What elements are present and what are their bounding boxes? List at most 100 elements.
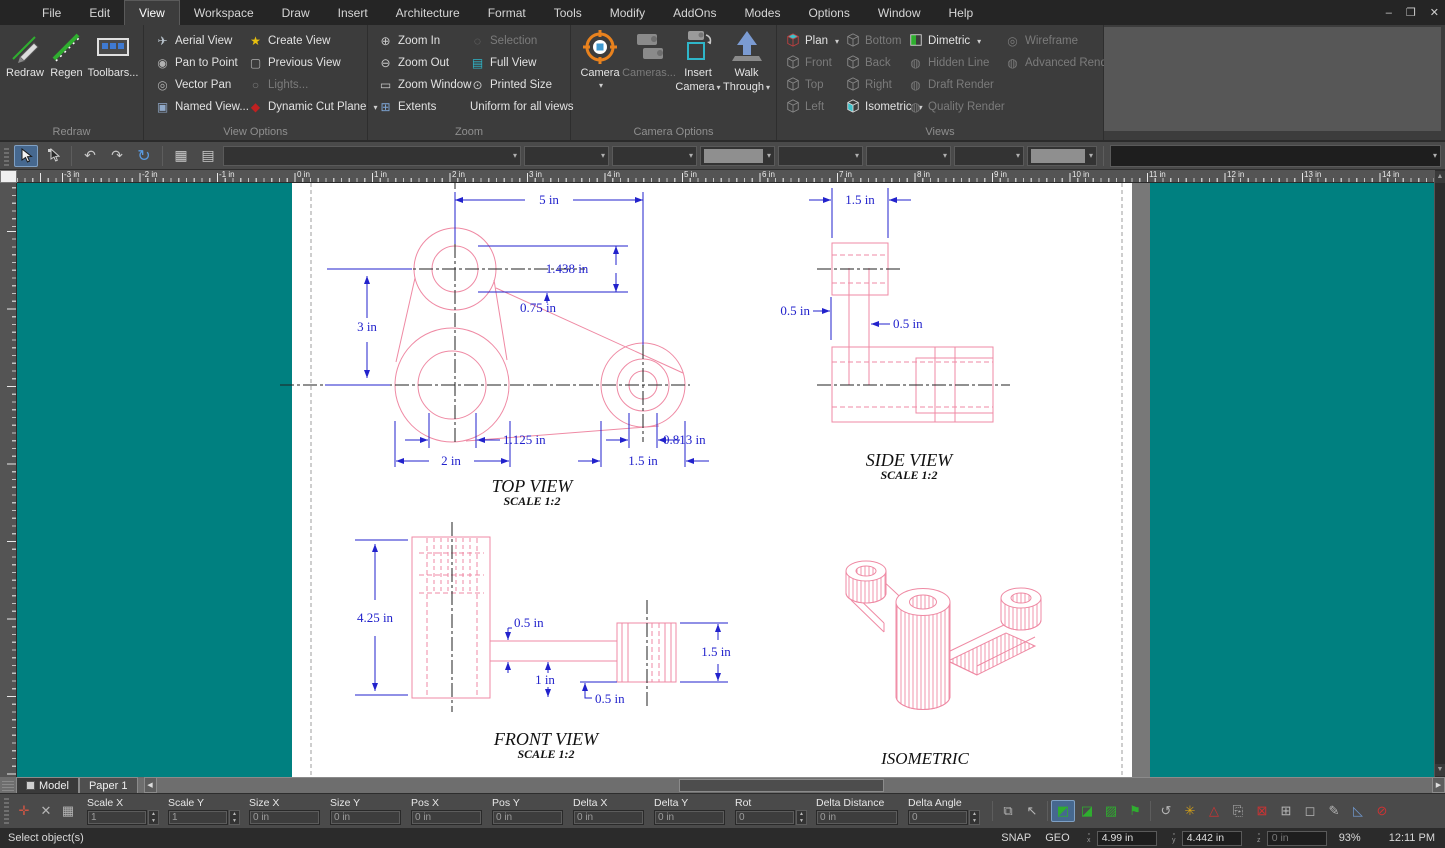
scroll-up-icon[interactable]: ▲ (1435, 171, 1445, 183)
spinner-control[interactable]: ▲▼ (969, 810, 980, 825)
select-tool-button[interactable] (14, 145, 38, 167)
property-input[interactable]: 0 in (816, 810, 898, 825)
pick-arrow-icon[interactable]: ↖ (1020, 800, 1044, 822)
fill-mode-icon[interactable]: ◩ (1051, 800, 1075, 822)
aerial-view-button[interactable]: ✈ Aerial View (155, 31, 232, 51)
property-input[interactable]: 0 in (573, 810, 644, 825)
corner-icon[interactable]: ◺ (1346, 800, 1370, 822)
explode-icon[interactable]: ✳ (1178, 800, 1202, 822)
menu-item[interactable]: Workspace (180, 0, 268, 25)
draft-render-button[interactable]: ◍ Draft Render (908, 75, 994, 95)
advanced-render-button[interactable]: ◍ Advanced Render (1005, 53, 1117, 73)
zoom-in-button[interactable]: ⊕ Zoom In (378, 31, 440, 51)
back-view-button[interactable]: Back (845, 53, 891, 73)
toolbar-combo-3[interactable]: ▾ (612, 146, 697, 166)
create-view-button[interactable]: ★ Create View (248, 31, 330, 51)
vector-pan-button[interactable]: ◎ Vector Pan (155, 75, 231, 95)
scrollbar-thumb[interactable] (679, 779, 884, 792)
y-coordinate-field[interactable]: 4.442 in (1182, 831, 1242, 846)
bottom-view-button[interactable]: Bottom (845, 31, 901, 51)
menu-item[interactable]: Insert (324, 0, 382, 25)
property-input[interactable]: 0 in (654, 810, 725, 825)
layers-button[interactable]: ▤ (196, 145, 220, 167)
uniform-all-views-button[interactable]: Uniform for all views (470, 97, 574, 117)
wireframe-button[interactable]: ◎ Wireframe (1005, 31, 1078, 51)
toolbar-combo-8[interactable]: ▾ (1027, 146, 1097, 166)
menu-item[interactable]: Draw (268, 0, 324, 25)
menu-item[interactable]: View (124, 0, 180, 25)
toolbar-combo-4[interactable]: ▾ (700, 146, 775, 166)
full-view-button[interactable]: ▤ Full View (470, 53, 536, 73)
regen-view-button[interactable]: ↻ (132, 145, 156, 167)
geo-toggle[interactable]: GEO (1045, 832, 1069, 844)
front-view-button[interactable]: Front (785, 53, 832, 73)
camera-button[interactable]: Camera ▾ (577, 29, 623, 93)
property-input[interactable]: 0 in (330, 810, 401, 825)
node-select-tool-button[interactable] (41, 145, 65, 167)
link-frames-icon[interactable]: ⧉ (996, 800, 1020, 822)
pan-to-point-button[interactable]: ◉ Pan to Point (155, 53, 238, 73)
extents-button[interactable]: ⊞ Extents (378, 97, 436, 117)
stamp-icon[interactable]: ⎘ (1226, 800, 1250, 822)
spinner-control[interactable]: ▲▼ (148, 810, 159, 825)
menu-item[interactable]: Modify (596, 0, 659, 25)
restore-icon[interactable]: ❐ (1406, 6, 1416, 19)
z-coordinate-field[interactable]: 0 in (1267, 831, 1327, 846)
toolbar-grip[interactable] (4, 798, 9, 824)
no-frame-icon[interactable]: ⊠ (1250, 800, 1274, 822)
edit-frame-icon[interactable]: ✎ (1322, 800, 1346, 822)
vertical-scrollbar[interactable]: ▲ ▼ (1434, 170, 1445, 777)
property-input[interactable]: 0 in (249, 810, 320, 825)
toolbar-combo-7[interactable]: ▾ (954, 146, 1024, 166)
left-view-button[interactable]: Left (785, 97, 824, 117)
named-view-button[interactable]: ▣ Named View... (155, 97, 249, 117)
spinner-control[interactable]: ▲▼ (229, 810, 240, 825)
menu-item[interactable]: Window (864, 0, 935, 25)
toolbar-combo-1[interactable]: ▾ (223, 146, 521, 166)
menu-item[interactable]: AddOns (659, 0, 730, 25)
extent-frame-icon[interactable]: ⊞ (1274, 800, 1298, 822)
scroll-right-icon[interactable]: ▶ (1432, 777, 1445, 793)
tab-paper-1[interactable]: Paper 1 (79, 777, 138, 793)
previous-view-button[interactable]: ▢ Previous View (248, 53, 341, 73)
property-input[interactable]: 1 (87, 810, 147, 825)
minimize-icon[interactable]: – (1386, 7, 1392, 19)
menu-item[interactable]: Options (794, 0, 863, 25)
plan-view-button[interactable]: Plan ▾ (785, 31, 839, 51)
property-input[interactable]: 0 (908, 810, 968, 825)
menu-item[interactable]: File (28, 0, 75, 25)
disable-icon[interactable]: ⊘ (1370, 800, 1394, 822)
redraw-button[interactable]: Redraw (6, 29, 44, 79)
zoom-window-button[interactable]: ▭ Zoom Window (378, 75, 472, 95)
close-icon[interactable]: ✕ (1430, 6, 1439, 19)
snap-toggle[interactable]: SNAP (1001, 832, 1031, 844)
printed-size-button[interactable]: ⊙ Printed Size (470, 75, 552, 95)
flag-mode-icon[interactable]: ⚑ (1123, 800, 1147, 822)
menu-item[interactable]: Architecture (382, 0, 474, 25)
toolbars-button[interactable]: Toolbars... (89, 29, 137, 79)
tabbar-grip[interactable] (2, 779, 14, 791)
hatch-mode-icon[interactable]: ▨ (1099, 800, 1123, 822)
walk-through-button[interactable]: Walk Through▾ (723, 29, 770, 93)
toolbar-combo-6[interactable]: ▾ (866, 146, 951, 166)
scroll-down-icon[interactable]: ▼ (1435, 764, 1445, 776)
property-input[interactable]: 1 (168, 810, 228, 825)
magic-select-icon[interactable]: ✛ (13, 800, 35, 822)
top-view-button[interactable]: Top (785, 75, 824, 95)
x-coordinate-field[interactable]: 4.99 in (1097, 831, 1157, 846)
box-icon[interactable]: ◻ (1298, 800, 1322, 822)
menu-item[interactable]: Help (935, 0, 988, 25)
menu-item[interactable]: Tools (540, 0, 596, 25)
zoom-out-button[interactable]: ⊖ Zoom Out (378, 53, 449, 73)
cameras-button[interactable]: Cameras... (625, 29, 673, 93)
grid-list-icon[interactable]: ▦ (57, 800, 79, 822)
quality-render-button[interactable]: ◍ Quality Render (908, 97, 1005, 117)
hidden-line-button[interactable]: ◍ Hidden Line (908, 53, 989, 73)
horizontal-scrollbar[interactable] (157, 777, 1433, 793)
zoom-selection-button[interactable]: ◌ Selection (470, 31, 537, 51)
menu-item[interactable]: Format (474, 0, 540, 25)
table-button[interactable]: ▦ (169, 145, 193, 167)
outline-mode-icon[interactable]: ◪ (1075, 800, 1099, 822)
right-view-button[interactable]: Right (845, 75, 892, 95)
delta-icon[interactable]: △ (1202, 800, 1226, 822)
